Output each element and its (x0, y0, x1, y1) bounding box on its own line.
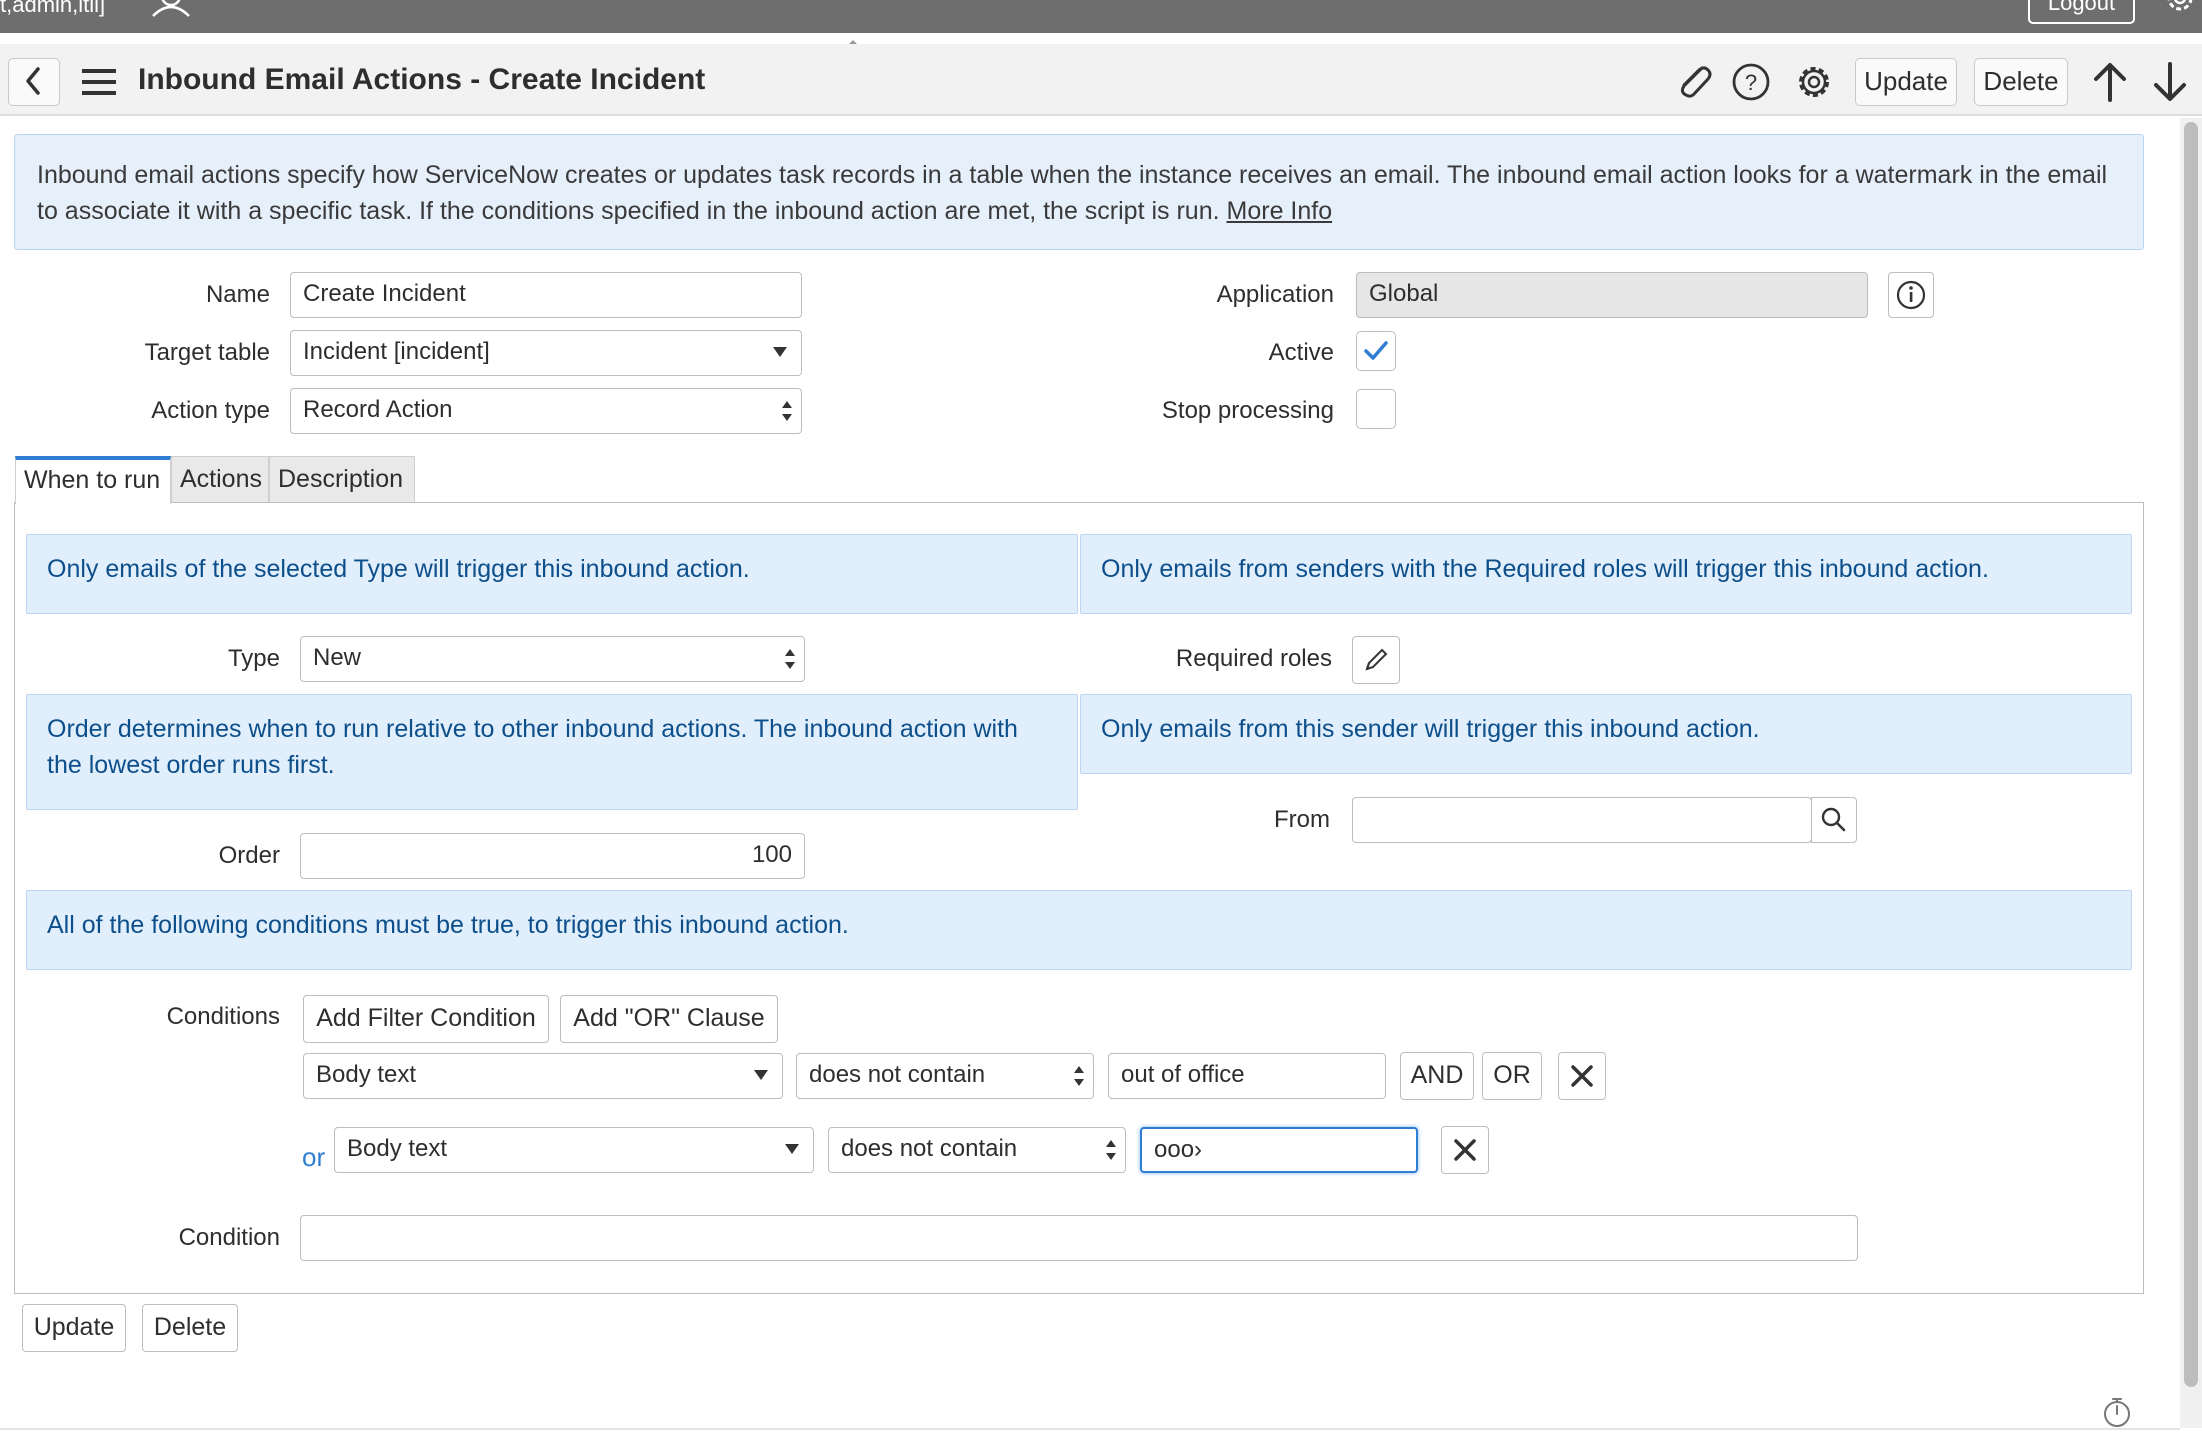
page-title: Inbound Email Actions - Create Incident (138, 63, 706, 96)
roles-help-text: Only emails from senders with the Requir… (1101, 555, 1989, 583)
name-label: Name (205, 281, 270, 308)
condition-field-value: Body text (316, 1061, 417, 1088)
action-type-value: Record Action (303, 396, 453, 423)
from-help-text: Only emails from this sender will trigge… (1101, 715, 1760, 743)
stopwatch-icon[interactable] (2100, 1395, 2134, 1429)
system-settings-icon[interactable] (2160, 0, 2200, 20)
search-icon (1821, 807, 1846, 832)
condition-field-value: Body text (347, 1135, 448, 1162)
active-label: Active (1268, 339, 1334, 366)
order-help-box: Order determines when to run relative to… (26, 694, 1078, 810)
bottom-divider (0, 1428, 2180, 1430)
or-button[interactable]: OR (1482, 1052, 1542, 1100)
stop-processing-label: Stop processing (1161, 397, 1334, 424)
top-banner (0, 0, 2202, 33)
action-type-label: Action type (151, 397, 270, 424)
target-table-select[interactable]: Incident [incident] (290, 330, 802, 376)
help-icon[interactable]: ? (1731, 62, 1771, 102)
checkmark-icon (1364, 341, 1388, 360)
chevron-down-icon (773, 347, 787, 357)
condition-field-select[interactable]: Body text (303, 1053, 783, 1099)
info-icon (1896, 280, 1926, 310)
pencil-icon (1365, 648, 1388, 671)
or-prefix-label: or (302, 1142, 326, 1172)
application-field: Global (1356, 272, 1868, 318)
delete-button[interactable]: Delete (142, 1304, 238, 1352)
active-checkbox[interactable] (1356, 331, 1396, 371)
updown-arrows-icon (1106, 1140, 1116, 1160)
type-help-text: Only emails of the selected Type will tr… (47, 555, 750, 583)
chevron-down-icon (754, 1070, 768, 1080)
type-label: Type (227, 645, 280, 672)
edit-required-roles-button[interactable] (1352, 636, 1400, 684)
from-field[interactable] (1352, 797, 1812, 843)
add-filter-condition-button[interactable]: Add Filter Condition (303, 995, 549, 1043)
scrollbar-thumb[interactable] (2184, 122, 2198, 1387)
collapse-banner-icon[interactable] (845, 34, 861, 46)
updown-arrows-icon (1074, 1066, 1084, 1086)
logout-button[interactable]: Logout (2028, 0, 2135, 24)
condition-label: Condition (178, 1224, 280, 1251)
info-banner-text: Inbound email actions specify how Servic… (37, 161, 2108, 225)
type-help-box: Only emails of the selected Type will tr… (26, 534, 1078, 614)
action-type-select[interactable]: Record Action (290, 388, 802, 434)
stop-processing-checkbox[interactable] (1356, 389, 1396, 429)
type-select[interactable]: New (300, 636, 805, 682)
application-label: Application (1216, 281, 1334, 308)
updown-arrows-icon (785, 649, 795, 669)
delete-button[interactable]: Delete (1974, 58, 2068, 106)
roles-help-box: Only emails from senders with the Requir… (1080, 534, 2132, 614)
updown-arrows-icon (782, 401, 792, 421)
previous-record-arrow-up-icon[interactable] (2090, 58, 2130, 106)
user-icon[interactable] (150, 0, 192, 18)
conditions-help-box: All of the following conditions must be … (26, 890, 2132, 970)
tab-description[interactable]: Description (269, 456, 415, 502)
order-label: Order (218, 842, 280, 869)
more-info-link[interactable]: More Info (1227, 197, 1333, 225)
close-icon (1454, 1139, 1476, 1161)
chevron-down-icon (785, 1144, 799, 1154)
target-table-label: Target table (144, 339, 270, 366)
from-lookup-button[interactable] (1811, 797, 1857, 843)
update-button[interactable]: Update (22, 1304, 126, 1352)
condition-operator-value: does not contain (841, 1135, 1018, 1162)
condition-script-field[interactable] (300, 1215, 1858, 1261)
update-button[interactable]: Update (1855, 58, 1957, 106)
order-field[interactable]: 100 (300, 833, 805, 879)
name-field[interactable]: Create Incident (290, 272, 802, 318)
condition-operator-select[interactable]: does not contain (828, 1127, 1126, 1173)
from-label: From (1274, 806, 1330, 833)
next-record-arrow-down-icon[interactable] (2150, 58, 2190, 106)
chevron-left-icon (26, 67, 40, 95)
condition-field-select[interactable]: Body text (334, 1127, 814, 1173)
target-table-value: Incident [incident] (303, 338, 490, 365)
hamburger-menu-icon[interactable] (80, 67, 118, 97)
gear-icon[interactable] (1794, 62, 1834, 102)
required-roles-label: Required roles (1175, 645, 1332, 672)
conditions-help-text: All of the following conditions must be … (47, 911, 849, 939)
type-value: New (313, 644, 362, 671)
application-info-button[interactable] (1888, 272, 1934, 318)
paperclip-icon[interactable] (1672, 62, 1716, 102)
close-icon (1571, 1065, 1593, 1087)
remove-condition-button[interactable] (1441, 1126, 1489, 1174)
condition-operator-select[interactable]: does not contain (796, 1053, 1094, 1099)
conditions-label: Conditions (166, 1003, 280, 1030)
from-help-box: Only emails from this sender will trigge… (1080, 694, 2132, 774)
svg-text:?: ? (1745, 70, 1757, 95)
info-banner: Inbound email actions specify how Servic… (14, 134, 2144, 250)
condition-operator-value: does not contain (809, 1061, 986, 1088)
user-roles-text: t,admin,itil] (0, 0, 106, 17)
remove-condition-button[interactable] (1558, 1052, 1606, 1100)
order-help-text: Order determines when to run relative to… (47, 715, 1018, 779)
tab-when-to-run[interactable]: When to run (15, 456, 171, 504)
tab-actions[interactable]: Actions (171, 456, 269, 502)
condition-value-field[interactable]: ooo› (1140, 1127, 1418, 1173)
back-button[interactable] (8, 58, 60, 106)
condition-value-field[interactable]: out of office (1108, 1053, 1386, 1099)
and-button[interactable]: AND (1400, 1052, 1474, 1100)
add-or-clause-button[interactable]: Add "OR" Clause (560, 995, 778, 1043)
